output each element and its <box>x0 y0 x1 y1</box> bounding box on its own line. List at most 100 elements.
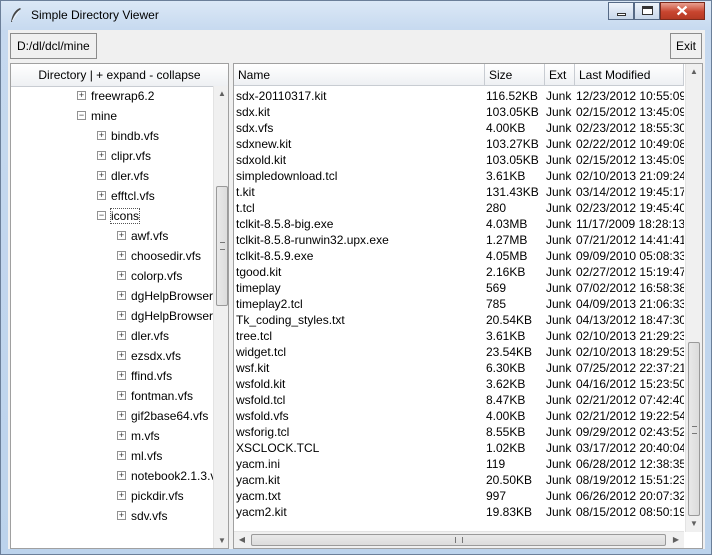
tree-item[interactable]: + gif2base64.vfs <box>11 406 213 426</box>
tree-item[interactable]: + freewrap6.2 <box>11 86 213 106</box>
expand-icon[interactable]: + <box>97 131 106 140</box>
expand-icon[interactable]: + <box>117 411 126 420</box>
file-row[interactable]: tclkit-8.5.8-runwin32.upx.exe 1.27MB Junk 0… <box>234 232 684 248</box>
close-icon[interactable] <box>660 2 705 20</box>
file-row[interactable]: wsfold.vfs 4.00KB Junk 02/21/2012 19:22:54 <box>234 408 684 424</box>
files-horizontal-scrollbar[interactable]: ◀ ▶ <box>234 531 684 548</box>
file-row[interactable]: t.kit 131.43KB Junk 03/14/2012 19:45:17 <box>234 184 684 200</box>
expand-icon[interactable]: + <box>117 311 126 320</box>
collapse-icon[interactable]: − <box>97 211 106 220</box>
title-bar[interactable]: Simple Directory Viewer <box>1 1 711 29</box>
scroll-left-icon[interactable]: ◀ <box>234 532 250 548</box>
column-header-ext[interactable]: Ext <box>545 64 575 86</box>
scrollbar-thumb[interactable] <box>251 534 666 546</box>
scroll-down-icon[interactable]: ▼ <box>686 516 702 532</box>
file-row[interactable]: sdx-20110317.kit 116.52KB Junk 12/23/2012 1… <box>234 88 684 104</box>
tree-item[interactable]: + clipr.vfs <box>11 146 213 166</box>
tree-item[interactable]: + colorp.vfs <box>11 266 213 286</box>
file-row[interactable]: sdx.vfs 4.00KB Junk 02/23/2012 18:55:30 <box>234 120 684 136</box>
scroll-right-icon[interactable]: ▶ <box>668 532 684 548</box>
scroll-down-icon[interactable]: ▼ <box>214 533 228 548</box>
file-row[interactable]: wsfold.tcl 8.47KB Junk 02/21/2012 07:42:40 <box>234 392 684 408</box>
column-header-name[interactable]: Name <box>234 64 485 86</box>
file-row[interactable]: Tk_coding_styles.txt 20.54KB Junk 04/13/201… <box>234 312 684 328</box>
tree-item[interactable]: + awf.vfs <box>11 226 213 246</box>
tree-header[interactable]: Directory | + expand - collapse <box>11 64 228 87</box>
file-row[interactable]: wsforig.tcl 8.55KB Junk 09/29/2012 02:43:52 <box>234 424 684 440</box>
expand-icon[interactable]: + <box>117 511 126 520</box>
maximize-icon[interactable] <box>634 2 660 20</box>
expand-icon[interactable]: + <box>117 391 126 400</box>
file-row[interactable]: XSCLOCK.TCL 1.02KB Junk 03/17/2012 20:40:04 <box>234 440 684 456</box>
file-row[interactable]: wsf.kit 6.30KB Junk 07/25/2012 22:37:21 <box>234 360 684 376</box>
expand-icon[interactable]: + <box>117 251 126 260</box>
tree-item[interactable]: + bindb.vfs <box>11 126 213 146</box>
current-path[interactable]: D:/dl/dcl/mine <box>10 33 97 59</box>
expand-icon[interactable]: + <box>117 431 126 440</box>
tree-item[interactable]: − icons <box>11 206 213 226</box>
tree-vertical-scrollbar[interactable]: ▲ ▼ <box>213 86 228 548</box>
file-row[interactable]: widget.tcl 23.54KB Junk 02/10/2013 18:29:53 <box>234 344 684 360</box>
expand-icon[interactable]: + <box>117 291 126 300</box>
tree-item[interactable]: + ffind.vfs <box>11 366 213 386</box>
file-row[interactable]: simpledownload.tcl 3.61KB Junk 02/10/2013 2… <box>234 168 684 184</box>
file-row[interactable]: tree.tcl 3.61KB Junk 02/10/2013 21:29:23 <box>234 328 684 344</box>
expand-icon[interactable]: + <box>97 171 106 180</box>
column-header-last-modified[interactable]: Last Modified <box>575 64 684 86</box>
scrollbar-thumb[interactable] <box>688 342 700 516</box>
tree-item[interactable]: + dler.vfs <box>11 326 213 346</box>
tree-item[interactable]: − mine <box>11 106 213 126</box>
scrollbar-thumb[interactable] <box>216 186 228 306</box>
file-row[interactable]: yacm2.kit 19.83KB Junk 08/15/2012 08:50:19 <box>234 504 684 520</box>
tree-item-label: fontman.vfs <box>131 389 194 403</box>
file-row[interactable]: sdx.kit 103.05KB Junk 02/15/2012 13:45:09 <box>234 104 684 120</box>
expand-icon[interactable]: + <box>117 351 126 360</box>
expand-icon[interactable]: + <box>117 471 126 480</box>
tree-item-label: choosedir.vfs <box>131 249 202 263</box>
file-row[interactable]: yacm.ini 119 Junk 06/28/2012 12:38:35 <box>234 456 684 472</box>
file-ext: Junk <box>546 185 572 199</box>
file-row[interactable]: tclkit-8.5.8-big.exe 4.03MB Junk 11/17/2009… <box>234 216 684 232</box>
file-row[interactable]: tgood.kit 2.16KB Junk 02/27/2012 15:19:47 <box>234 264 684 280</box>
collapse-icon[interactable]: − <box>77 111 86 120</box>
expand-icon[interactable]: + <box>117 271 126 280</box>
file-size: 20.54KB <box>486 313 533 327</box>
file-size: 3.61KB <box>486 329 526 343</box>
file-name: sdx.kit <box>236 105 271 119</box>
tree-item[interactable]: + fontman.vfs <box>11 386 213 406</box>
exit-button[interactable]: Exit <box>670 33 702 59</box>
file-row[interactable]: t.tcl 280 Junk 02/23/2012 19:45:40 <box>234 200 684 216</box>
tree-item[interactable]: + dler.vfs <box>11 166 213 186</box>
column-header-size[interactable]: Size <box>485 64 545 86</box>
files-vertical-scrollbar[interactable]: ▲ ▼ <box>685 64 702 532</box>
file-row[interactable]: timeplay2.tcl 785 Junk 04/09/2013 21:06:33 <box>234 296 684 312</box>
tree-item[interactable]: + ezsdx.vfs <box>11 346 213 366</box>
expand-icon[interactable]: + <box>117 231 126 240</box>
expand-icon[interactable]: + <box>77 91 86 100</box>
minimize-icon[interactable] <box>608 2 634 20</box>
expand-icon[interactable]: + <box>117 371 126 380</box>
tree-item[interactable]: + sdv.vfs <box>11 506 213 526</box>
tree-item[interactable]: + notebook2.1.3.vfs <box>11 466 213 486</box>
expand-icon[interactable]: + <box>97 191 106 200</box>
file-row[interactable]: yacm.txt 997 Junk 06/26/2012 20:07:32 <box>234 488 684 504</box>
tree-item[interactable]: + m.vfs <box>11 426 213 446</box>
tree-item[interactable]: + dgHelpBrowser <box>11 286 213 306</box>
file-row[interactable]: sdxnew.kit 103.27KB Junk 02/22/2012 10:49:0… <box>234 136 684 152</box>
file-row[interactable]: yacm.kit 20.50KB Junk 08/19/2012 15:51:23 <box>234 472 684 488</box>
expand-icon[interactable]: + <box>117 331 126 340</box>
tree-item[interactable]: + dgHelpBrowser <box>11 306 213 326</box>
expand-icon[interactable]: + <box>117 451 126 460</box>
file-row[interactable]: tclkit-8.5.9.exe 4.05MB Junk 09/09/2010 05:… <box>234 248 684 264</box>
scroll-up-icon[interactable]: ▲ <box>214 86 228 102</box>
tree-item[interactable]: + pickdir.vfs <box>11 486 213 506</box>
file-row[interactable]: wsfold.kit 3.62KB Junk 04/16/2012 15:23:50 <box>234 376 684 392</box>
file-row[interactable]: sdxold.kit 103.05KB Junk 02/15/2012 13:45:0… <box>234 152 684 168</box>
tree-item[interactable]: + ml.vfs <box>11 446 213 466</box>
scroll-up-icon[interactable]: ▲ <box>686 64 702 80</box>
tree-item[interactable]: + efftcl.vfs <box>11 186 213 206</box>
expand-icon[interactable]: + <box>97 151 106 160</box>
expand-icon[interactable]: + <box>117 491 126 500</box>
tree-item[interactable]: + choosedir.vfs <box>11 246 213 266</box>
file-row[interactable]: timeplay 569 Junk 07/02/2012 16:58:38 <box>234 280 684 296</box>
